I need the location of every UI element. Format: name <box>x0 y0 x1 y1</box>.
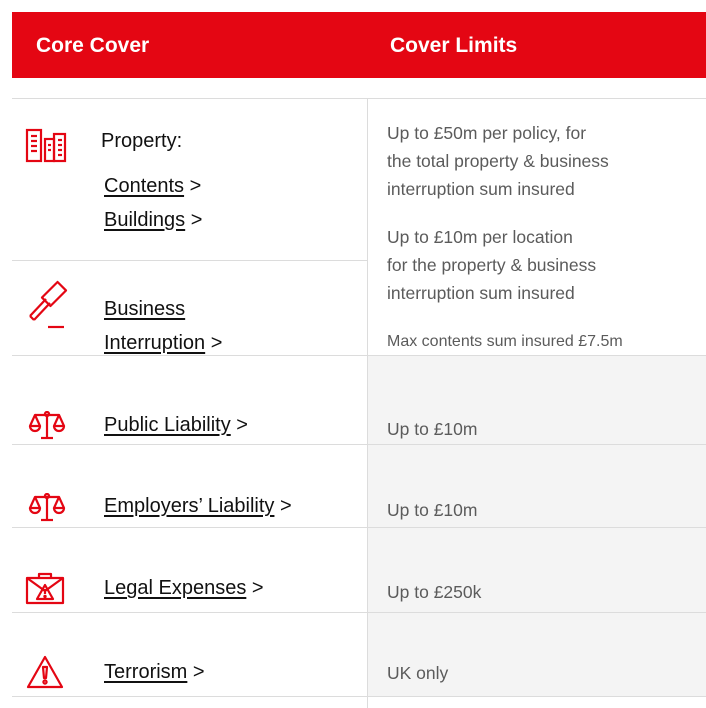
contents-item: Contents > <box>104 171 201 201</box>
public-liability-limit: Up to £10m <box>387 419 478 439</box>
legal-expenses-item: Legal Expenses > <box>104 573 264 603</box>
business-interruption-link-line1[interactable]: Business <box>104 298 185 320</box>
divider <box>12 527 706 528</box>
employers-liability-link[interactable]: Employers’ Liability <box>104 495 274 517</box>
table-header: Core Cover Cover Limits <box>12 12 706 78</box>
legal-expenses-arrow: > <box>251 577 264 599</box>
buildings-icon <box>24 127 68 168</box>
limit-text: interruption sum insured <box>387 283 575 303</box>
employers-liability-limit: Up to £10m <box>387 500 478 520</box>
property-title: Property: <box>101 130 183 152</box>
buildings-link[interactable]: Buildings <box>104 209 185 231</box>
employers-liability-arrow: > <box>280 495 292 517</box>
divider <box>12 260 367 261</box>
limit-text: Up to £50m per policy, for <box>387 123 587 143</box>
legal-expenses-limit: Up to £250k <box>387 582 482 602</box>
contents-link[interactable]: Contents <box>104 175 184 197</box>
column-divider <box>367 98 368 708</box>
limit-text: for the property & business <box>387 255 597 275</box>
scales-icon <box>28 492 66 528</box>
legal-expenses-link[interactable]: Legal Expenses <box>104 577 246 599</box>
business-interruption-item: Business <box>104 294 185 324</box>
terrorism-limit: UK only <box>387 663 449 683</box>
divider <box>12 696 706 697</box>
briefcase-warning-icon <box>25 571 65 610</box>
business-interruption-item-2: Interruption > <box>104 328 222 358</box>
cover-table: Property: Contents > Buildings > Busines… <box>12 98 706 708</box>
public-liability-link[interactable]: Public Liability <box>104 414 231 436</box>
divider <box>12 98 706 99</box>
limit-text: the total property & business <box>387 151 609 171</box>
limit-text: Up to £10m per location <box>387 227 573 247</box>
business-arrow: > <box>210 332 223 354</box>
limit-text: Max contents sum insured £7.5m <box>387 333 623 350</box>
employers-liability-item: Employers’ Liability > <box>104 491 292 521</box>
warning-icon <box>26 654 64 695</box>
divider <box>12 612 706 613</box>
terrorism-arrow: > <box>192 661 205 683</box>
scales-icon <box>28 410 66 446</box>
buildings-item: Buildings > <box>104 205 202 235</box>
divider <box>12 444 706 445</box>
terrorism-link[interactable]: Terrorism <box>104 661 187 683</box>
terrorism-item: Terrorism > <box>104 657 205 687</box>
business-interruption-link-line2[interactable]: Interruption <box>104 332 205 354</box>
contents-arrow: > <box>189 175 202 197</box>
header-cover-limits: Cover Limits <box>390 34 518 57</box>
public-liability-arrow: > <box>236 414 248 436</box>
limit-text: interruption sum insured <box>387 179 575 199</box>
gavel-icon <box>26 279 70 336</box>
header-core-cover: Core Cover <box>36 34 150 57</box>
buildings-arrow: > <box>190 209 203 231</box>
public-liability-item: Public Liability > <box>104 410 248 440</box>
